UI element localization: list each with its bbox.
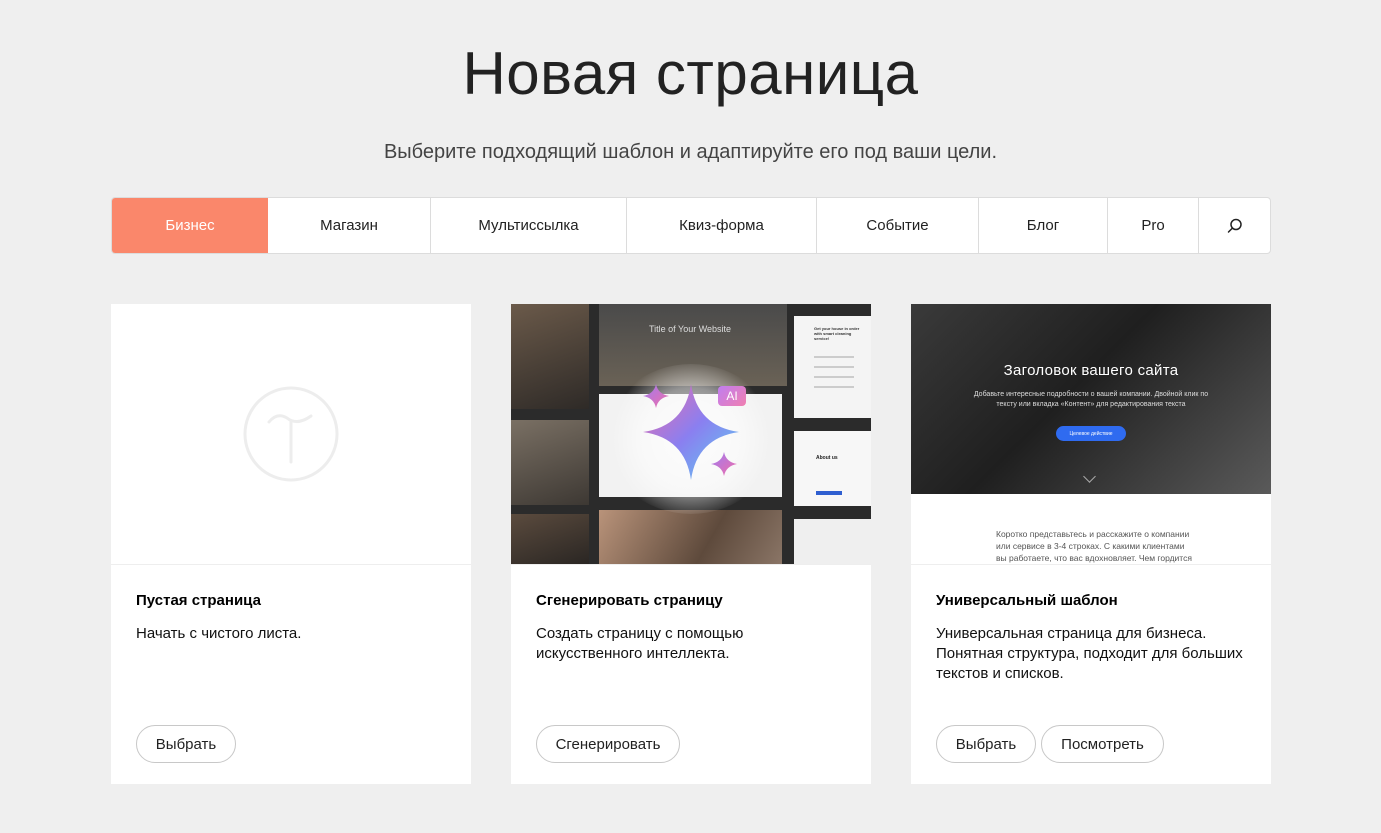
card-description: Начать с чистого листа. <box>136 625 302 642</box>
tab-quiz-form[interactable]: Квиз-форма <box>627 198 817 253</box>
template-card-ai[interactable]: Title of Your Website Get your house in … <box>511 304 871 784</box>
tab-event[interactable]: Событие <box>817 198 979 253</box>
tab-shop[interactable]: Магазин <box>268 198 431 253</box>
card-preview <box>111 304 471 565</box>
search-icon <box>1227 218 1242 233</box>
card-description: Универсальная страница для бизнеса. Поня… <box>936 625 1243 682</box>
page-title: Новая страница <box>462 40 919 107</box>
preview-hero-subtitle: Добавьте интересные подробности о вашей … <box>973 391 1209 408</box>
tab-business[interactable]: Бизнес <box>112 198 268 253</box>
select-button[interactable]: Выбрать <box>136 725 236 763</box>
preview-hero-button: Целевое действие <box>1056 426 1126 441</box>
template-card-universal[interactable]: Заголовок вашего сайта Добавьте интересн… <box>911 304 1271 784</box>
generate-button[interactable]: Сгенерировать <box>536 725 680 763</box>
search-button[interactable] <box>1199 198 1270 253</box>
preview-hero: Заголовок вашего сайта Добавьте интересн… <box>911 304 1271 494</box>
card-title: Сгенерировать страницу <box>536 592 723 609</box>
card-preview: Заголовок вашего сайта Добавьте интересн… <box>911 304 1271 565</box>
card-description: Создать страницу с помощью искусственног… <box>536 625 744 662</box>
preview-hero-title: Заголовок вашего сайта <box>1003 362 1179 379</box>
template-card-blank[interactable]: Пустая страница Начать с чистого листа. … <box>111 304 471 784</box>
card-title: Универсальный шаблон <box>936 592 1118 609</box>
preview-button[interactable]: Посмотреть <box>1041 725 1164 763</box>
category-tabs: Бизнес Магазин Мультиссылка Квиз-форма С… <box>111 197 1271 254</box>
tab-multilink[interactable]: Мультиссылка <box>431 198 627 253</box>
tilda-logo-icon <box>243 386 339 482</box>
ai-badge: AI <box>718 386 746 406</box>
card-title: Пустая страница <box>136 592 261 609</box>
page-subtitle: Выберите подходящий шаблон и адаптируйте… <box>383 141 998 163</box>
tab-pro[interactable]: Pro <box>1108 198 1199 253</box>
ai-sparkle-icon <box>643 384 739 480</box>
preview-body-text: Коротко представьтесь и расскажите о ком… <box>996 529 1192 563</box>
tab-blog[interactable]: Блог <box>979 198 1108 253</box>
chevron-down-icon <box>1083 470 1096 483</box>
select-button[interactable]: Выбрать <box>936 725 1036 763</box>
card-preview: Title of Your Website Get your house in … <box>511 304 871 565</box>
